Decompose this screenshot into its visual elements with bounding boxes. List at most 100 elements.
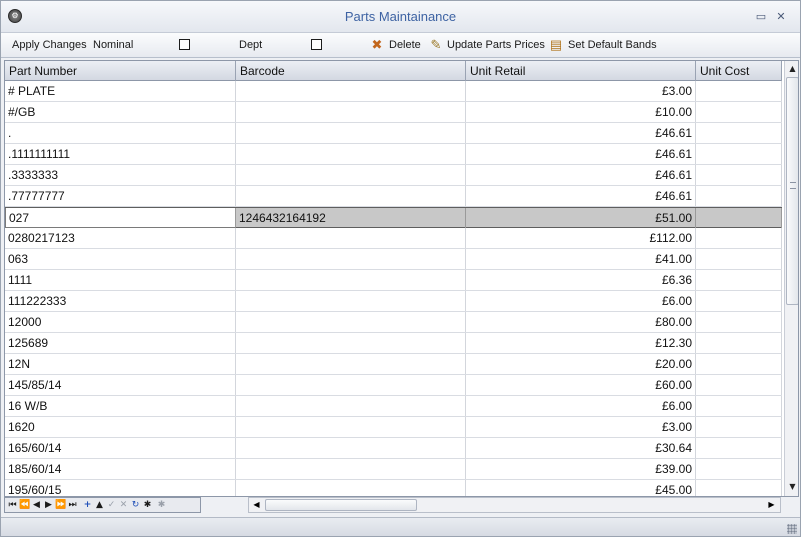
cell-part-number[interactable]: 12000 (5, 312, 236, 332)
cell-barcode[interactable] (236, 81, 466, 101)
cell-barcode[interactable] (236, 396, 466, 416)
bands-icon[interactable]: ▤ (548, 37, 564, 53)
last-page-icon[interactable]: ⏭ (67, 499, 78, 511)
delete-record-icon[interactable]: ▲ (94, 499, 105, 511)
cell-unit-cost[interactable] (696, 333, 782, 353)
cell-barcode[interactable] (236, 480, 466, 496)
table-row[interactable]: 12N £20.00 (5, 354, 782, 375)
table-row[interactable]: 12000 £80.00 (5, 312, 782, 333)
cell-barcode[interactable] (236, 459, 466, 479)
cell-unit-retail[interactable]: £3.00 (466, 81, 696, 101)
nominal-checkbox[interactable] (179, 39, 190, 50)
delete-button[interactable]: Delete (389, 39, 421, 51)
table-row[interactable]: 125689 £12.30 (5, 333, 782, 354)
cell-unit-cost[interactable] (696, 312, 782, 332)
cell-unit-cost[interactable] (696, 144, 782, 164)
table-row[interactable]: 145/85/14 £60.00 (5, 375, 782, 396)
refresh-icon[interactable]: ↻ (130, 499, 141, 511)
cell-unit-retail[interactable]: £39.00 (466, 459, 696, 479)
cell-barcode[interactable] (236, 333, 466, 353)
cell-part-number[interactable]: 1620 (5, 417, 236, 437)
cell-part-number[interactable]: 195/60/15 (5, 480, 236, 496)
cell-part-number[interactable]: 027 (5, 208, 236, 228)
cell-unit-cost[interactable] (696, 396, 782, 416)
cell-barcode[interactable] (236, 165, 466, 185)
table-row[interactable]: #/GB £10.00 (5, 102, 782, 123)
cell-unit-retail[interactable]: £41.00 (466, 249, 696, 269)
cell-barcode[interactable] (236, 354, 466, 374)
cell-part-number[interactable]: 1111 (5, 270, 236, 290)
cell-part-number[interactable]: 125689 (5, 333, 236, 353)
update-parts-prices-button[interactable]: Update Parts Prices (447, 39, 545, 51)
filter-icon[interactable]: ✱ (156, 499, 167, 511)
cell-barcode[interactable] (236, 375, 466, 395)
prev-record-icon[interactable]: ◀ (31, 499, 42, 511)
next-page-icon[interactable]: ⏩ (55, 499, 66, 511)
cell-unit-cost[interactable] (696, 459, 782, 479)
set-default-bands-button[interactable]: Set Default Bands (568, 39, 657, 51)
prev-page-icon[interactable]: ⏪ (19, 499, 30, 511)
table-row[interactable]: 0280217123 £112.00 (5, 228, 782, 249)
table-row[interactable]: # PLATE £3.00 (5, 81, 782, 102)
close-icon[interactable]: ✕ (774, 10, 788, 24)
cell-unit-retail[interactable]: £46.61 (466, 123, 696, 143)
cell-part-number[interactable]: 111222333 (5, 291, 236, 311)
next-record-icon[interactable]: ▶ (43, 499, 54, 511)
cell-unit-retail[interactable]: £20.00 (466, 354, 696, 374)
cell-unit-cost[interactable] (696, 291, 782, 311)
cell-unit-cost[interactable] (696, 249, 782, 269)
cell-part-number[interactable]: 0280217123 (5, 228, 236, 248)
dept-checkbox[interactable] (311, 39, 322, 50)
resize-grip-icon[interactable] (787, 524, 797, 534)
scroll-up-icon[interactable]: ▲ (786, 62, 798, 76)
cancel-icon[interactable]: ✕ (118, 499, 129, 511)
wrench-icon[interactable]: ✎ (428, 37, 444, 53)
cell-part-number[interactable]: # PLATE (5, 81, 236, 101)
cell-unit-retail[interactable]: £46.61 (466, 165, 696, 185)
cell-unit-retail[interactable]: £6.36 (466, 270, 696, 290)
cell-unit-cost[interactable] (696, 480, 782, 496)
cell-part-number[interactable]: 145/85/14 (5, 375, 236, 395)
first-page-icon[interactable]: ⏮ (7, 499, 18, 511)
cell-barcode[interactable] (236, 249, 466, 269)
cell-barcode[interactable] (236, 438, 466, 458)
cell-unit-retail[interactable]: £60.00 (466, 375, 696, 395)
cell-barcode[interactable] (236, 417, 466, 437)
cell-unit-retail[interactable]: £6.00 (466, 396, 696, 416)
cell-unit-cost[interactable] (696, 165, 782, 185)
scroll-left-icon[interactable]: ◀ (250, 499, 263, 511)
table-row[interactable]: 1620 £3.00 (5, 417, 782, 438)
cell-unit-retail[interactable]: £12.30 (466, 333, 696, 353)
cell-part-number[interactable]: 165/60/14 (5, 438, 236, 458)
horizontal-scroll-thumb[interactable] (265, 499, 417, 511)
cell-unit-retail[interactable]: £3.00 (466, 417, 696, 437)
bookmark-icon[interactable]: ✱ (142, 499, 153, 511)
parts-grid[interactable]: Part Number Barcode Unit Retail Unit Cos… (4, 60, 799, 497)
cell-unit-cost[interactable] (696, 438, 782, 458)
horizontal-scrollbar[interactable]: ◀ ▶ (248, 497, 781, 513)
cell-unit-retail[interactable]: £46.61 (466, 144, 696, 164)
column-header-unit-cost[interactable]: Unit Cost (696, 61, 782, 81)
cell-part-number[interactable]: . (5, 123, 236, 143)
column-header-barcode[interactable]: Barcode (236, 61, 466, 81)
cell-part-number[interactable]: 12N (5, 354, 236, 374)
title-bar[interactable]: ⚙ Parts Maintainance ▭ ✕ (1, 1, 800, 33)
table-row[interactable]: 111222333 £6.00 (5, 291, 782, 312)
cell-unit-retail[interactable]: £46.61 (466, 186, 696, 206)
scroll-right-icon[interactable]: ▶ (765, 499, 778, 511)
table-row[interactable]: .3333333 £46.61 (5, 165, 782, 186)
table-row[interactable]: 027 1246432164192 £51.00 (5, 207, 782, 228)
cell-unit-cost[interactable] (696, 417, 782, 437)
cell-unit-cost[interactable] (696, 270, 782, 290)
table-row[interactable]: 1111 £6.36 (5, 270, 782, 291)
cell-barcode[interactable] (236, 228, 466, 248)
cell-part-number[interactable]: #/GB (5, 102, 236, 122)
column-header-part-number[interactable]: Part Number (5, 61, 236, 81)
cell-part-number[interactable]: 063 (5, 249, 236, 269)
cell-unit-retail[interactable]: £45.00 (466, 480, 696, 496)
cell-unit-retail[interactable]: £30.64 (466, 438, 696, 458)
scroll-down-icon[interactable]: ▼ (786, 480, 798, 494)
cell-unit-retail[interactable]: £6.00 (466, 291, 696, 311)
cell-barcode[interactable] (236, 186, 466, 206)
cell-barcode[interactable] (236, 270, 466, 290)
